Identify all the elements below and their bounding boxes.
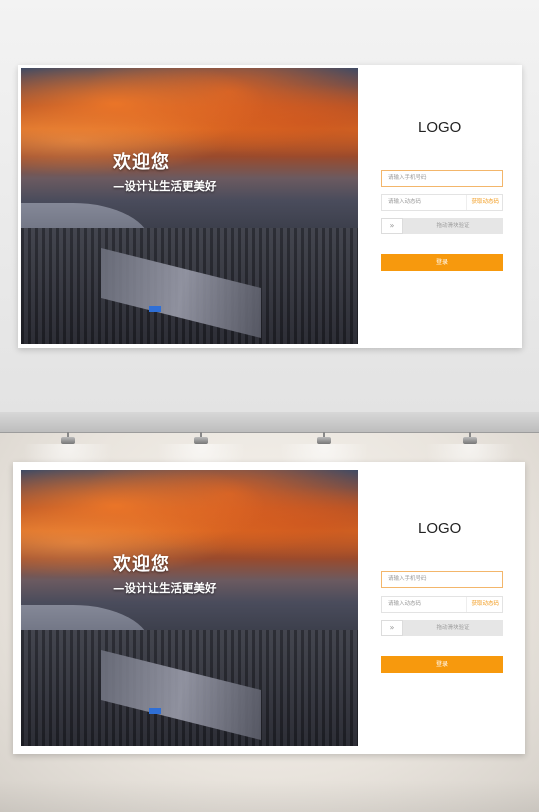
slider-text: 拖动滑块验证 [436, 223, 470, 229]
slider-captcha: » 拖动滑块验证 [381, 620, 503, 636]
city-sunset-photo: 欢迎您 —设计让生活更美好 [21, 470, 358, 746]
login-button[interactable]: 登录 [381, 254, 503, 271]
welcome-heading: 欢迎您 [113, 554, 170, 575]
phone-placeholder: 请输入手机号码 [388, 175, 427, 181]
logo: LOGO [418, 119, 462, 136]
spotlight [463, 432, 477, 444]
phone-placeholder: 请输入手机号码 [388, 576, 427, 582]
login-button[interactable]: 登录 [381, 656, 503, 673]
spotlight [194, 432, 208, 444]
blue-sign [149, 306, 161, 312]
spotlight [317, 432, 331, 444]
slogan: —设计让生活更美好 [113, 179, 217, 193]
slider-text: 拖动滑块验证 [436, 625, 470, 631]
double-chevron-right-icon[interactable]: » [381, 218, 403, 234]
sunset-clouds [21, 68, 358, 188]
login-card: 欢迎您 —设计让生活更美好 LOGO 请输入手机号码 请输入动态码 获取动态码 … [18, 65, 522, 348]
login-card-mockup: 欢迎您 —设计让生活更美好 LOGO 请输入手机号码 请输入动态码 获取动态码 … [13, 462, 525, 754]
city-sunset-photo: 欢迎您 —设计让生活更美好 [21, 68, 358, 344]
code-placeholder: 请输入动态码 [388, 199, 422, 205]
lighting-rail [0, 412, 539, 433]
blue-sign [149, 708, 161, 714]
code-input[interactable]: 请输入动态码 获取动态码 [381, 194, 503, 211]
phone-input[interactable]: 请输入手机号码 [381, 170, 503, 187]
spotlight [61, 432, 75, 444]
get-code-button[interactable]: 获取动态码 [466, 195, 499, 210]
get-code-button[interactable]: 获取动态码 [466, 597, 499, 612]
code-placeholder: 请输入动态码 [388, 601, 422, 607]
welcome-heading: 欢迎您 [113, 152, 170, 173]
code-input[interactable]: 请输入动态码 获取动态码 [381, 596, 503, 613]
double-chevron-right-icon[interactable]: » [381, 620, 403, 636]
phone-input[interactable]: 请输入手机号码 [381, 571, 503, 588]
sunset-clouds [21, 470, 358, 590]
slogan: —设计让生活更美好 [113, 581, 217, 595]
floor-shadow [0, 780, 539, 812]
slider-captcha: » 拖动滑块验证 [381, 218, 503, 234]
logo: LOGO [418, 520, 462, 537]
